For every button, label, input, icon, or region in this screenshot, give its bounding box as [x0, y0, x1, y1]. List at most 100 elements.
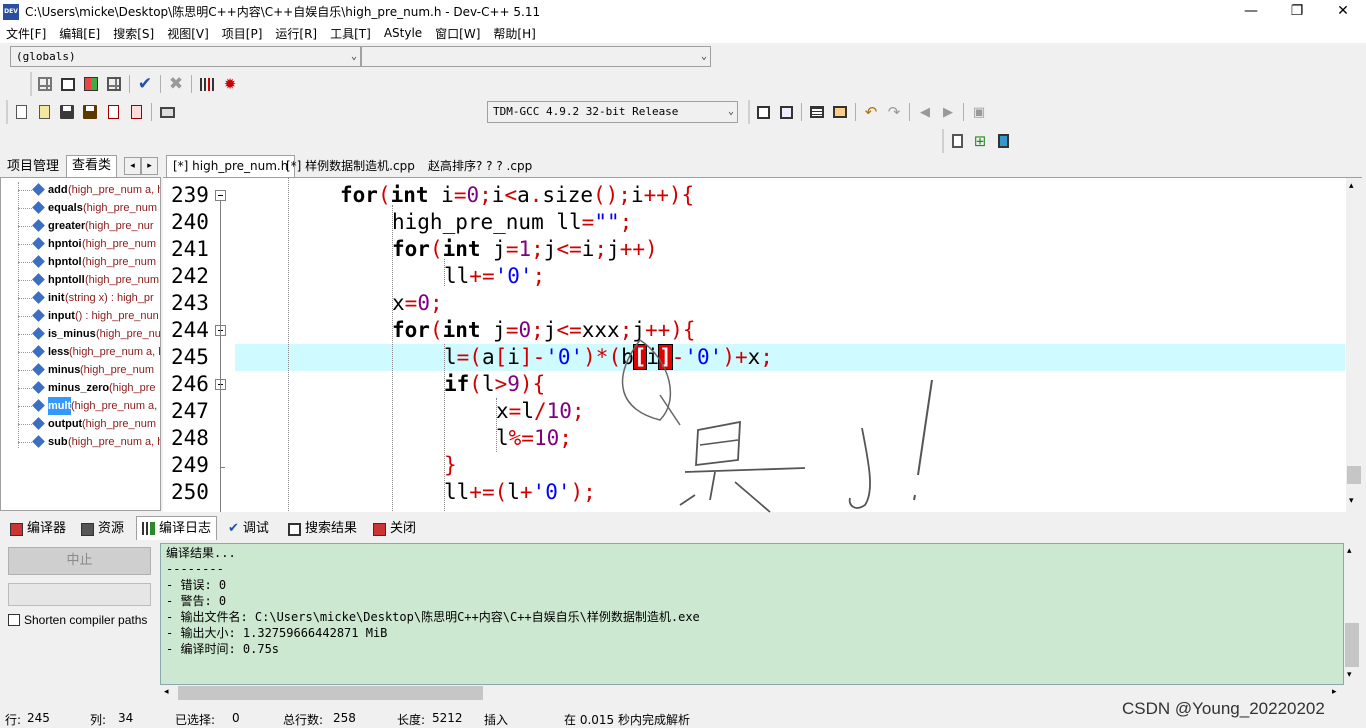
tab-scroll-left-icon[interactable]: ◂ [124, 157, 141, 175]
find-icon[interactable] [753, 102, 773, 122]
class-member-init[interactable]: init (string x) : high_pr [1, 289, 160, 307]
scrollbar-thumb[interactable] [178, 686, 483, 700]
tab-scroll-right-icon[interactable]: ▸ [141, 157, 158, 175]
menu-window[interactable]: 窗口[W] [429, 25, 487, 42]
new-file-icon[interactable] [11, 102, 31, 122]
close-file-icon[interactable] [103, 102, 123, 122]
compiler-select[interactable]: TDM-GCC 4.9.2 32-bit Release ⌄ [487, 101, 738, 123]
class-member-input[interactable]: input () : high_pre_nun [1, 307, 160, 325]
debug-bug-icon[interactable]: ✹ [220, 74, 240, 94]
open-file-icon[interactable] [34, 102, 54, 122]
log-line: - 输出大小: 1.32759666442871 MiB [166, 626, 388, 640]
method-icon [32, 183, 45, 196]
scope-combo[interactable]: (globals) ⌄ [10, 46, 361, 67]
tab-class-browser[interactable]: 查看类 [66, 155, 118, 177]
tab-search-results[interactable]: 搜索结果 [288, 518, 357, 540]
maximize-button[interactable]: ❐ [1274, 0, 1320, 23]
tab-zhaogao-sort[interactable]: 赵高排序? ? ? .cpp [422, 156, 538, 177]
chevron-down-icon: ⌄ [700, 51, 707, 62]
member-signature: (high_pre_num a, h [68, 184, 161, 196]
class-member-sub[interactable]: sub (high_pre_num a, h [1, 433, 160, 451]
save-icon[interactable] [57, 102, 77, 122]
tab-compiler[interactable]: 编译器 [10, 518, 66, 540]
tree-connector [18, 442, 32, 443]
save-all-icon[interactable] [80, 102, 100, 122]
compile-log[interactable]: 编译结果... -------- - 错误: 0 - 警告: 0 - 输出文件名: C:… [160, 543, 1344, 685]
check-icon[interactable]: ✔ [135, 74, 155, 94]
menu-file[interactable]: 文件[F] [0, 25, 53, 42]
chevron-left-icon[interactable]: ◂ [164, 687, 169, 697]
editor-vertical-scrollbar[interactable]: ▴ ▾ [1346, 178, 1362, 512]
tile-icon[interactable] [104, 74, 124, 94]
close-all-icon[interactable] [126, 102, 146, 122]
project-add-icon[interactable]: ⊞ [970, 131, 990, 151]
log-vertical-scrollbar[interactable]: ▴ ▾ [1344, 543, 1360, 685]
member-name: hpntoll [48, 274, 85, 286]
code-editor[interactable]: 239 240 241 242 243 244 245 246 247 248 249 250 for… [163, 177, 1362, 512]
close-button[interactable]: ✕ [1320, 0, 1366, 23]
tab-resources[interactable]: 资源 [81, 518, 124, 540]
window-icon[interactable] [58, 74, 78, 94]
status-selected-label: 已选择: [175, 713, 216, 727]
class-member-hpntoll[interactable]: hpntoll (high_pre_num [1, 271, 160, 289]
menu-edit[interactable]: 编辑[E] [53, 25, 107, 42]
class-member-hpntoi[interactable]: hpntoi (high_pre_num [1, 235, 160, 253]
code-line-246: if(l>9){ [444, 372, 546, 396]
status-insert-mode: 插入 [484, 713, 509, 727]
cross-icon[interactable]: ✖ [166, 74, 186, 94]
menu-project[interactable]: 项目[P] [216, 25, 270, 42]
class-member-hpntol[interactable]: hpntol (high_pre_num [1, 253, 160, 271]
class-member-mult[interactable]: mult (high_pre_num a, [1, 397, 160, 415]
indent-icon[interactable] [807, 102, 827, 122]
menu-tools[interactable]: 工具[T] [324, 25, 378, 42]
scrollbar-thumb[interactable] [1345, 623, 1359, 667]
find-replace-icon[interactable] [776, 102, 796, 122]
shorten-paths-option[interactable]: Shorten compiler paths [8, 613, 147, 627]
chevron-up-icon[interactable]: ▴ [1349, 181, 1354, 191]
bookmark-prev-icon[interactable]: ◀ [915, 102, 935, 122]
redo-icon[interactable]: ↷ [884, 102, 904, 122]
comment-icon[interactable]: ▣ [969, 102, 989, 122]
chart-icon[interactable] [197, 74, 217, 94]
menu-run[interactable]: 运行[R] [269, 25, 324, 42]
abort-button[interactable]: 中止 [8, 547, 151, 575]
minimize-button[interactable]: — [1228, 0, 1274, 23]
menu-help[interactable]: 帮助[H] [487, 25, 542, 42]
member-name: greater [48, 220, 86, 232]
project-remove-icon[interactable] [993, 131, 1013, 151]
undo-icon[interactable]: ↶ [861, 102, 881, 122]
scrollbar-thumb[interactable] [1347, 466, 1361, 484]
class-member-is-minus[interactable]: is_minus (high_pre_nu [1, 325, 160, 343]
menu-astyle[interactable]: AStyle [378, 26, 429, 40]
bookmark-next-icon[interactable]: ▶ [938, 102, 958, 122]
class-member-greater[interactable]: greater (high_pre_nur [1, 217, 160, 235]
print-icon[interactable] [157, 102, 177, 122]
tab-sample-data-maker[interactable]: [*] 样例数据制造机.cpp [280, 156, 421, 177]
menu-view[interactable]: 视图[V] [161, 25, 216, 42]
menu-search[interactable]: 搜索[S] [107, 25, 161, 42]
unindent-icon[interactable] [830, 102, 850, 122]
class-member-minus-zero[interactable]: minus_zero (high_pre [1, 379, 160, 397]
project-open-icon[interactable] [947, 131, 967, 151]
tab-compile-log[interactable]: 编译日志 [136, 516, 218, 540]
class-member-output[interactable]: output (high_pre_num [1, 415, 160, 433]
colored-grid-icon[interactable] [81, 74, 101, 94]
class-member-add[interactable]: add (high_pre_num a, h [1, 181, 161, 199]
tab-close[interactable]: 关闭 [373, 518, 416, 540]
status-length: 5212 [432, 711, 463, 725]
tab-high-pre-num[interactable]: [*] high_pre_num.h [166, 155, 296, 177]
chevron-right-icon[interactable]: ▸ [1332, 687, 1337, 697]
chevron-up-icon[interactable]: ▴ [1347, 546, 1352, 556]
member-combo[interactable]: ⌄ [361, 46, 711, 67]
class-member-minus[interactable]: minus (high_pre_num [1, 361, 160, 379]
tab-debug[interactable]: ✔ 调试 [228, 518, 269, 540]
fold-toggle-icon[interactable] [215, 190, 226, 201]
tab-compiler-label: 编译器 [27, 521, 67, 536]
class-member-less[interactable]: less (high_pre_num a, h [1, 343, 160, 361]
tab-project-manager[interactable]: 项目管理 [2, 157, 64, 177]
grid-icon[interactable] [35, 74, 55, 94]
class-member-equals[interactable]: equals (high_pre_num [1, 199, 160, 217]
chevron-down-icon[interactable]: ▾ [1347, 670, 1352, 680]
chevron-down-icon[interactable]: ▾ [1349, 496, 1354, 506]
shorten-paths-checkbox[interactable] [8, 614, 20, 626]
